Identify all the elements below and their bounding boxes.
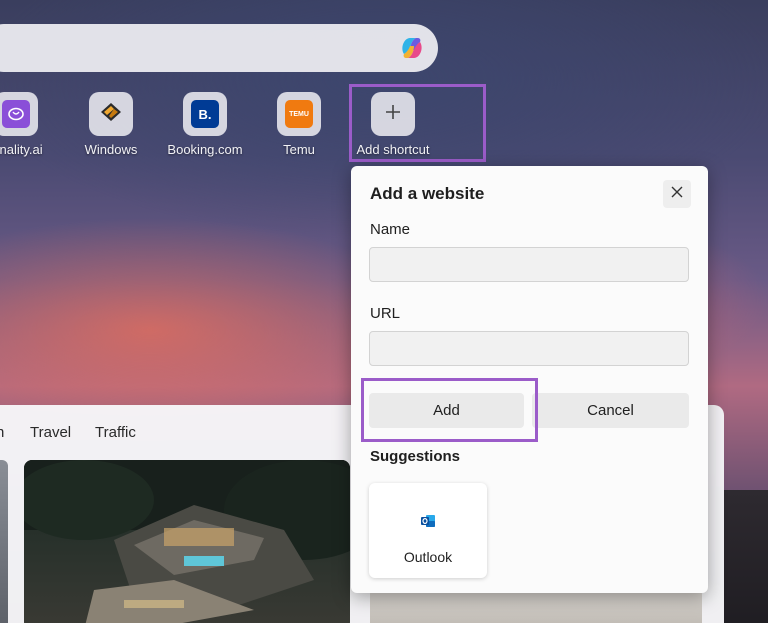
search-bar[interactable] [0, 24, 438, 72]
shortcut-originality[interactable]: ginality.ai [0, 92, 61, 157]
cancel-button[interactable]: Cancel [532, 393, 689, 428]
news-tab-traffic[interactable]: Traffic [95, 424, 136, 441]
outlook-icon [420, 513, 436, 529]
copilot-icon[interactable] [396, 32, 428, 64]
suggestion-label: Outlook [403, 549, 453, 565]
shortcut-temu[interactable]: TEMU Temu [254, 92, 344, 157]
url-label: URL [370, 305, 401, 322]
shortcut-tile[interactable] [0, 92, 38, 136]
background-image [724, 490, 768, 623]
shortcut-label: Temu [283, 142, 315, 157]
shortcut-booking[interactable]: B. Booking.com [160, 92, 250, 157]
temu-logo-icon: TEMU [285, 100, 313, 128]
shortcut-windows[interactable]: Windows [66, 92, 156, 157]
name-input[interactable] [369, 247, 689, 282]
add-button-highlight [361, 378, 538, 442]
news-tab-travel[interactable]: Travel [30, 424, 71, 441]
shortcut-tile[interactable]: TEMU [277, 92, 321, 136]
close-icon [671, 185, 683, 203]
brain-icon [2, 100, 30, 128]
suggestion-outlook[interactable]: Outlook [369, 483, 487, 578]
url-input[interactable] [369, 331, 689, 366]
shortcut-label: Windows [84, 142, 138, 157]
news-tab[interactable]: n [0, 424, 4, 441]
shortcut-tile[interactable]: B. [183, 92, 227, 136]
name-label: Name [370, 221, 411, 238]
shortcut-label: Booking.com [167, 142, 243, 157]
shortcut-label: ginality.ai [0, 142, 43, 157]
news-card-image-interior[interactable] [370, 590, 702, 623]
add-shortcut-highlight [349, 84, 486, 162]
suggestions-title: Suggestions [370, 448, 461, 465]
shortcut-tile[interactable] [89, 92, 133, 136]
windows-logo-icon [98, 99, 124, 130]
booking-logo-icon: B. [191, 100, 219, 128]
news-card-image-mansion[interactable] [24, 460, 350, 623]
news-card-image[interactable] [0, 460, 8, 623]
dialog-title: Add a website [370, 184, 485, 203]
close-button[interactable] [663, 180, 691, 208]
